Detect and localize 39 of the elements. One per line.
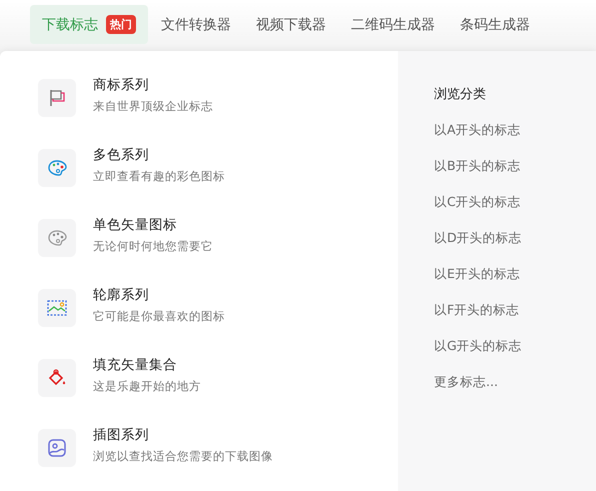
browse-link[interactable]: 以G开头的标志 xyxy=(434,338,596,355)
browse-link[interactable]: 以E开头的标志 xyxy=(434,266,596,283)
item-title: 填充矢量集合 xyxy=(93,356,178,374)
menu-item[interactable]: 轮廓系列 它可能是你最喜欢的图标 xyxy=(38,289,398,327)
item-description: 来自世界顶级企业标志 xyxy=(93,99,213,114)
browse-link[interactable]: 以A开头的标志 xyxy=(434,122,596,139)
browse-link[interactable]: 更多标志... xyxy=(434,374,596,391)
item-description: 无论何时何地您需要它 xyxy=(93,239,213,254)
item-description: 这是乐趣开始的地方 xyxy=(93,379,201,394)
nav-tab[interactable]: 条码生成器 xyxy=(448,5,542,44)
category-icon xyxy=(38,149,76,187)
category-icon xyxy=(38,359,76,397)
nav-tab[interactable]: 文件转换器 xyxy=(149,5,243,44)
menu-item[interactable]: 填充矢量集合 这是乐趣开始的地方 xyxy=(38,359,398,397)
browse-link[interactable]: 以F开头的标志 xyxy=(434,302,596,319)
nav-tab[interactable]: 二维码生成器 xyxy=(339,5,447,44)
item-title: 单色矢量图标 xyxy=(93,216,178,234)
item-title: 商标系列 xyxy=(93,76,150,94)
category-icon xyxy=(38,79,76,117)
item-title: 轮廓系列 xyxy=(93,286,150,304)
browse-link[interactable]: 以B开头的标志 xyxy=(434,158,596,175)
browse-link[interactable]: 以C开头的标志 xyxy=(434,194,596,211)
menu-item[interactable]: 插图系列 浏览以查找适合您需要的下载图像 xyxy=(38,429,398,467)
browse-heading: 浏览分类 xyxy=(434,86,487,103)
category-icon xyxy=(38,289,76,327)
category-icon xyxy=(38,429,76,467)
item-description: 立即查看有趣的彩色图标 xyxy=(93,169,225,184)
browse-link[interactable]: 以D开头的标志 xyxy=(434,230,596,247)
hot-badge: 热门 xyxy=(106,15,136,34)
menu-item[interactable]: 多色系列 立即查看有趣的彩色图标 xyxy=(38,149,398,187)
menu-item[interactable]: 商标系列 来自世界顶级企业标志 xyxy=(38,79,398,117)
nav-tab[interactable]: 下载标志 热门 xyxy=(30,5,148,44)
item-description: 浏览以查找适合您需要的下载图像 xyxy=(93,449,273,464)
item-description: 它可能是你最喜欢的图标 xyxy=(93,309,225,324)
category-icon xyxy=(38,219,76,257)
nav-tab[interactable]: 视频下载器 xyxy=(244,5,338,44)
menu-item[interactable]: 单色矢量图标 无论何时何地您需要它 xyxy=(38,219,398,257)
item-title: 多色系列 xyxy=(93,146,150,164)
item-title: 插图系列 xyxy=(93,426,150,444)
